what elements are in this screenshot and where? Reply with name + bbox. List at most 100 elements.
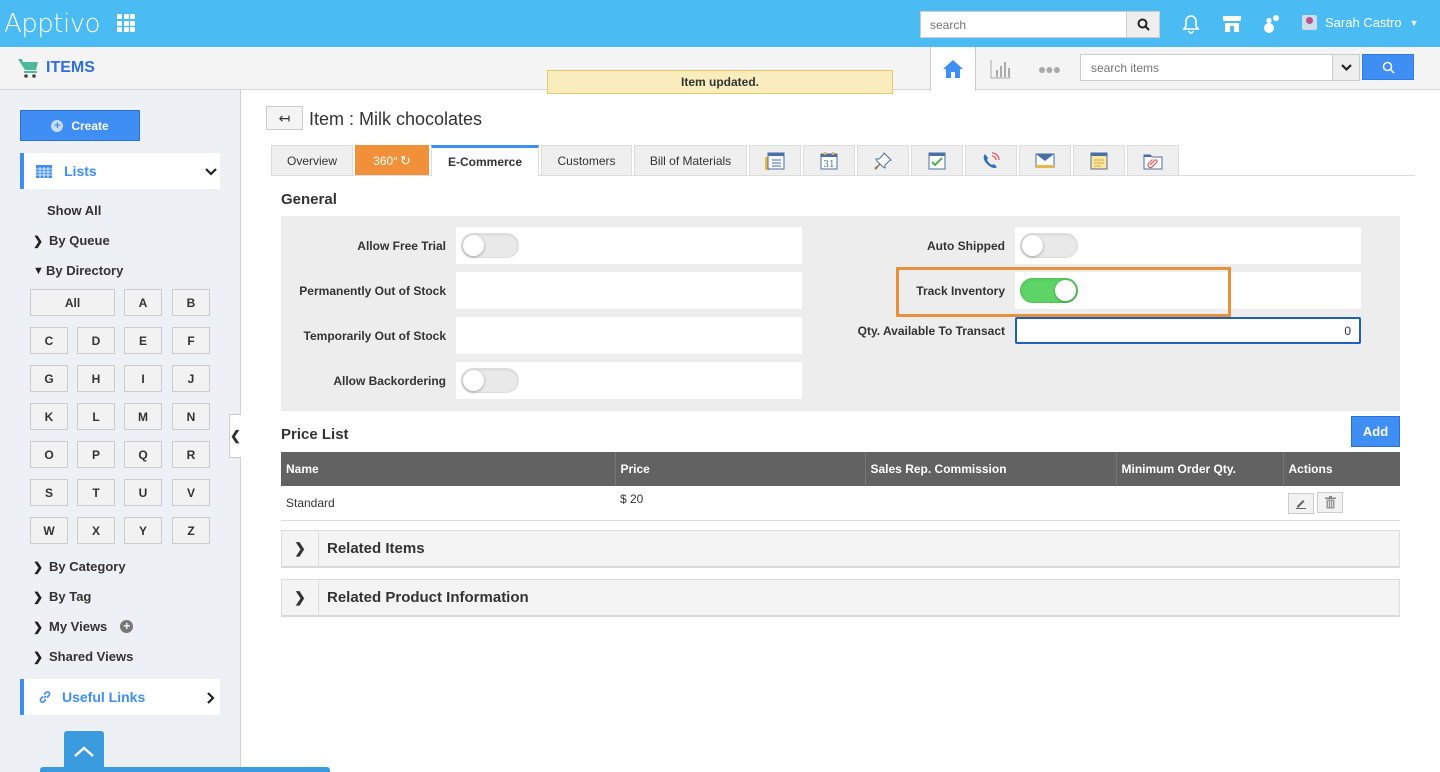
chevron-right-icon: ❯ <box>33 233 44 248</box>
tab-notes[interactable] <box>1073 145 1125 175</box>
directory-letter-e[interactable]: E <box>124 327 162 354</box>
email-icon <box>1035 153 1055 168</box>
directory-letter-q[interactable]: Q <box>124 441 162 468</box>
notification-bell-icon[interactable] <box>1180 13 1202 35</box>
directory-letter-i[interactable]: I <box>124 365 162 392</box>
directory-letter-n[interactable]: N <box>172 403 210 430</box>
directory-letter-b[interactable]: B <box>172 289 210 316</box>
field-temporarily-out-of-stock: Temporarily Out of Stock <box>281 317 802 354</box>
directory-letter-s[interactable]: S <box>30 479 68 506</box>
global-search-button[interactable] <box>1126 12 1159 37</box>
reports-tab[interactable] <box>986 47 1016 90</box>
track-inventory-toggle[interactable] <box>1020 278 1078 303</box>
table-header-row: Name Price Sales Rep. Commission Minimum… <box>281 452 1400 486</box>
directory-letter-l[interactable]: L <box>77 403 115 430</box>
directory-letter-j[interactable]: J <box>172 365 210 392</box>
directory-letter-t[interactable]: T <box>77 479 115 506</box>
sidebar-by-tag[interactable]: ❯ By Tag <box>33 589 91 604</box>
tab-pin[interactable] <box>857 145 909 175</box>
directory-letter-o[interactable]: O <box>30 441 68 468</box>
permanently-out-of-stock-value[interactable] <box>456 272 802 309</box>
add-view-icon[interactable]: + <box>120 620 134 633</box>
calendar-icon: 31 <box>820 152 838 170</box>
app-grid-icon[interactable] <box>117 14 135 32</box>
directory-letter-y[interactable]: Y <box>124 517 162 544</box>
column-minimum-order-qty[interactable]: Minimum Order Qty. <box>1116 452 1284 486</box>
chevron-down-icon <box>1340 63 1352 71</box>
tab-360[interactable]: 360° ↻ <box>355 145 429 175</box>
directory-letter-a[interactable]: A <box>124 289 162 316</box>
collapse-sidebar-button[interactable]: ❮ <box>229 414 241 458</box>
auto-shipped-toggle[interactable] <box>1020 233 1078 258</box>
temporarily-out-of-stock-value[interactable] <box>456 317 802 354</box>
directory-letter-d[interactable]: D <box>77 327 115 354</box>
directory-letter-r[interactable]: R <box>172 441 210 468</box>
lists-panel-header[interactable]: Lists <box>20 153 220 189</box>
useful-links-panel-header[interactable]: Useful Links <box>20 679 220 715</box>
tab-calls[interactable] <box>965 145 1017 175</box>
apptivo-logo[interactable]: Apptivo <box>4 9 101 39</box>
tab-forms[interactable] <box>749 145 801 175</box>
tab-tasks[interactable] <box>911 145 963 175</box>
directory-letter-f[interactable]: F <box>172 327 210 354</box>
column-name[interactable]: Name <box>281 452 616 486</box>
item-updated-toast: Item updated. <box>547 70 893 94</box>
create-button[interactable]: + Create <box>20 110 140 141</box>
qty-available-input[interactable] <box>1015 317 1361 344</box>
back-button[interactable]: ↤ <box>266 106 303 130</box>
directory-letter-x[interactable]: X <box>77 517 115 544</box>
sidebar-shared-views[interactable]: ❯ Shared Views <box>33 649 133 664</box>
more-options-icon[interactable]: ●●● <box>1036 47 1062 90</box>
sidebar-show-all[interactable]: Show All <box>47 203 101 218</box>
tab-e-commerce[interactable]: E-Commerce <box>431 145 539 176</box>
tab-bill-of-materials[interactable]: Bill of Materials <box>634 145 747 175</box>
allow-backordering-toggle[interactable] <box>461 368 519 393</box>
directory-letter-g[interactable]: G <box>30 365 68 392</box>
directory-letter-all[interactable]: All <box>30 289 115 316</box>
price-list-title: Price List <box>281 426 349 443</box>
sidebar-my-views[interactable]: ❯ My Views + <box>33 619 134 634</box>
search-icon <box>1382 61 1395 74</box>
directory-letter-c[interactable]: C <box>30 327 68 354</box>
tab-calendar[interactable]: 31 <box>803 145 855 175</box>
items-search-button[interactable] <box>1362 54 1414 80</box>
svg-text:31: 31 <box>823 160 834 170</box>
add-price-button[interactable]: Add <box>1351 416 1400 447</box>
edit-button[interactable] <box>1288 492 1314 514</box>
delete-button[interactable] <box>1317 492 1343 513</box>
sidebar-by-queue[interactable]: ❯ By Queue <box>33 233 110 248</box>
refresh-icon: ↻ <box>399 152 411 168</box>
store-icon[interactable] <box>1221 13 1243 35</box>
home-tab[interactable] <box>930 47 976 91</box>
related-product-information-accordion[interactable]: ❯ Related Product Information <box>281 579 1400 617</box>
global-search-input[interactable] <box>921 12 1127 37</box>
column-price[interactable]: Price <box>615 452 866 486</box>
related-items-accordion[interactable]: ❯ Related Items <box>281 530 1400 568</box>
directory-letter-u[interactable]: U <box>124 479 162 506</box>
directory-letter-w[interactable]: W <box>30 517 68 544</box>
scroll-to-top-button[interactable] <box>64 731 104 772</box>
back-arrow-icon: ↤ <box>278 109 291 126</box>
column-sales-rep-commission[interactable]: Sales Rep. Commission <box>865 452 1117 486</box>
directory-letter-z[interactable]: Z <box>172 517 210 544</box>
sidebar-by-category[interactable]: ❯ By Category <box>33 559 126 574</box>
directory-letter-p[interactable]: P <box>77 441 115 468</box>
directory-letter-m[interactable]: M <box>124 403 162 430</box>
directory-letter-k[interactable]: K <box>30 403 68 430</box>
app-title[interactable]: ITEMS <box>17 57 95 79</box>
items-search-input[interactable] <box>1081 55 1331 80</box>
directory-letter-h[interactable]: H <box>77 365 115 392</box>
allow-free-trial-toggle[interactable] <box>461 233 519 258</box>
tab-overview[interactable]: Overview <box>271 145 353 175</box>
tab-customers[interactable]: Customers <box>541 145 632 175</box>
field-allow-backordering: Allow Backordering <box>281 362 802 399</box>
directory-letter-v[interactable]: V <box>172 479 210 506</box>
sidebar-by-directory[interactable]: ▼ By Directory <box>33 263 123 278</box>
tab-emails[interactable] <box>1019 145 1071 175</box>
chevron-right-icon: ❯ <box>33 649 44 664</box>
community-icon[interactable] <box>1260 13 1282 35</box>
user-menu[interactable]: Sarah Castro ▼ <box>1302 15 1419 30</box>
tab-attachments[interactable] <box>1127 145 1179 175</box>
field-auto-shipped: Auto Shipped <box>840 227 1361 264</box>
search-filter-dropdown[interactable] <box>1332 55 1359 80</box>
